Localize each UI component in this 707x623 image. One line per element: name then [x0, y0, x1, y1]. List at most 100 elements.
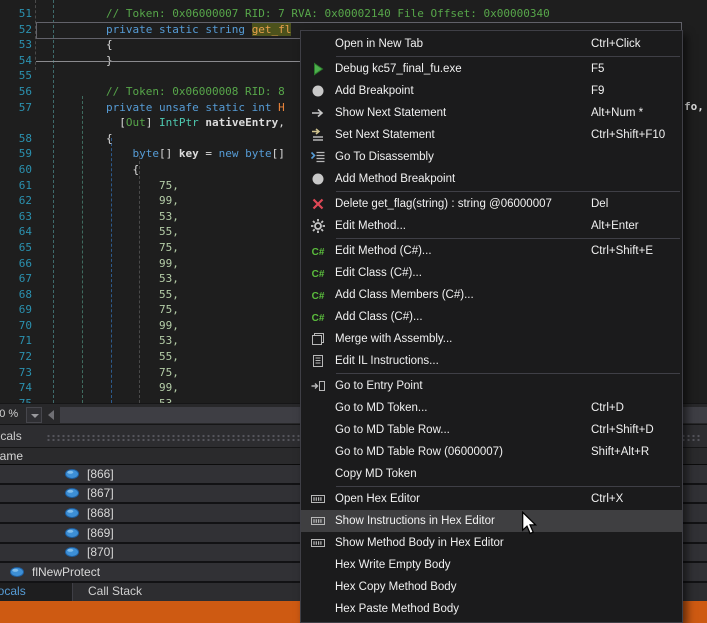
menu-item-hex-paste-method-body[interactable]: Hex Paste Method Body [301, 598, 682, 620]
menu-item-label: Edit Class (C#)... [335, 267, 422, 279]
code-segment: 55, [53, 350, 179, 363]
line-number[interactable]: 62 [0, 193, 32, 209]
code-text: [Out] IntPtr nativeEntry, [32, 115, 285, 131]
menu-item-shortcut: F5 [591, 63, 604, 75]
line-number[interactable]: 61 [0, 178, 32, 194]
menu-item-label: Add Method Breakpoint [335, 173, 455, 185]
menu-item-label: Show Instructions in Hex Editor [335, 515, 495, 527]
line-number[interactable]: 75 [0, 396, 32, 403]
menu-item-open-hex-editor[interactable]: Open Hex EditorCtrl+X [301, 488, 682, 510]
code-segment: 53, [53, 272, 179, 285]
line-number[interactable]: 52 [0, 22, 32, 38]
menu-item-add-breakpoint[interactable]: Add BreakpointF9 [301, 80, 682, 102]
line-number[interactable]: 73 [0, 365, 32, 381]
menu-item-label: Merge with Assembly... [335, 333, 452, 345]
line-number[interactable]: 63 [0, 209, 32, 225]
code-segment: , [278, 116, 285, 129]
svg-text:C#: C# [312, 269, 325, 280]
breakpoint-icon [301, 83, 335, 99]
code-segment: 75, [53, 366, 179, 379]
menu-item-set-next-statement[interactable]: Set Next StatementCtrl+Shift+F10 [301, 124, 682, 146]
code-segment: 99, [53, 319, 179, 332]
line-number[interactable]: 71 [0, 333, 32, 349]
line-number[interactable]: 74 [0, 380, 32, 396]
code-text [32, 68, 53, 84]
line-number[interactable]: 69 [0, 302, 32, 318]
scroll-left-arrow-icon[interactable] [48, 410, 54, 420]
line-number[interactable]: 70 [0, 318, 32, 334]
menu-item-copy-md-token[interactable]: Copy MD Token [301, 463, 682, 485]
code-segment: 99, [53, 194, 179, 207]
line-number[interactable]: 64 [0, 224, 32, 240]
code-segment: H [278, 101, 285, 114]
tab-locals[interactable]: Locals [0, 583, 73, 601]
menu-item-label: Go to MD Table Row (06000007) [335, 446, 503, 458]
code-text: 99, [32, 193, 179, 209]
code-text: // Token: 0x06000007 RID: 7 RVA: 0x00002… [32, 6, 550, 22]
code-segment: 99, [53, 257, 179, 270]
code-text: 55, [32, 224, 179, 240]
menu-item-label: Edit Method (C#)... [335, 245, 432, 257]
menu-item-go-to-disassembly[interactable]: Go To Disassembly [301, 146, 682, 168]
menu-item-go-to-md-token[interactable]: Go to MD Token...Ctrl+D [301, 397, 682, 419]
menu-item-edit-il-instructions[interactable]: Edit IL Instructions... [301, 350, 682, 372]
menu-item-label: Show Next Statement [335, 107, 446, 119]
editor-zoom-level[interactable]: 100 % [0, 404, 22, 426]
menu-item-delete-get-flag-string-string-06000007[interactable]: Delete get_flag(string) : string @060000… [301, 193, 682, 215]
menu-item-add-class-c[interactable]: C#Add Class (C#)... [301, 306, 682, 328]
line-number[interactable]: 53 [0, 37, 32, 53]
menu-item-merge-with-assembly[interactable]: Merge with Assembly... [301, 328, 682, 350]
menu-item-edit-method-c[interactable]: C#Edit Method (C#)...Ctrl+Shift+E [301, 240, 682, 262]
line-number[interactable]: 67 [0, 271, 32, 287]
menu-item-add-class-members-c[interactable]: C#Add Class Members (C#)... [301, 284, 682, 306]
line-number[interactable]: 58 [0, 131, 32, 147]
menu-item-go-to-entry-point[interactable]: Go to Entry Point [301, 375, 682, 397]
menu-item-debug-kc57-final-fu-exe[interactable]: Debug kc57_final_fu.exe F5 [301, 58, 682, 80]
line-number[interactable]: 56 [0, 84, 32, 100]
local-variable-icon [64, 527, 80, 539]
menu-item-hex-copy-method-body[interactable]: Hex Copy Method Body [301, 576, 682, 598]
line-number[interactable]: 68 [0, 287, 32, 303]
menu-item-shortcut: F9 [591, 85, 604, 97]
menu-item-label: Debug kc57_final_fu.exe [335, 63, 462, 75]
line-number[interactable]: 60 [0, 162, 32, 178]
line-number[interactable]: 72 [0, 349, 32, 365]
menu-item-go-to-md-table-row-06000007[interactable]: Go to MD Table Row (06000007)Shift+Alt+R [301, 441, 682, 463]
menu-item-edit-class-c[interactable]: C# Edit Class (C#)... [301, 262, 682, 284]
code-segment: 75, [53, 179, 179, 192]
menu-item-label: Add Class (C#)... [335, 311, 423, 323]
menu-item-add-method-breakpoint[interactable]: Add Method Breakpoint [301, 168, 682, 190]
menu-item-label: Edit Method... [335, 220, 406, 232]
code-segment: 55, [53, 225, 179, 238]
code-line[interactable]: 51 // Token: 0x06000007 RID: 7 RVA: 0x00… [0, 6, 707, 22]
menu-item-show-instructions-in-hex-editor[interactable]: Show Instructions in Hex Editor [301, 510, 682, 532]
hex-editor-icon [301, 535, 335, 551]
code-text: 53, [32, 209, 179, 225]
menu-item-label: Open in New Tab [335, 38, 423, 50]
line-number[interactable]: 65 [0, 240, 32, 256]
csharp-icon: C# [301, 265, 335, 281]
line-number[interactable]: 55 [0, 68, 32, 84]
menu-item-go-to-md-table-row[interactable]: Go to MD Table Row...Ctrl+Shift+D [301, 419, 682, 441]
tab-call-stack[interactable]: Call Stack [73, 583, 157, 601]
line-number[interactable]: 59 [0, 146, 32, 162]
local-row-label: [866] [87, 467, 114, 481]
menu-item-show-method-body-in-hex-editor[interactable]: Show Method Body in Hex Editor [301, 532, 682, 554]
zoom-dropdown-button[interactable] [26, 407, 42, 423]
code-text: 75, [32, 302, 179, 318]
menu-separator [336, 486, 680, 487]
menu-item-show-next-statement[interactable]: Show Next StatementAlt+Num * [301, 102, 682, 124]
line-number[interactable] [0, 115, 32, 131]
local-row-label: flNewProtect [32, 565, 100, 579]
menu-item-edit-method[interactable]: Edit Method...Alt+Enter [301, 215, 682, 237]
gear-icon [301, 218, 335, 234]
code-segment: 99, [53, 381, 179, 394]
code-segment: { [53, 38, 113, 51]
menu-item-hex-write-empty-body[interactable]: Hex Write Empty Body [301, 554, 682, 576]
menu-item-open-in-new-tab[interactable]: Open in New TabCtrl+Click [301, 33, 682, 55]
line-number[interactable]: 54 [0, 53, 32, 69]
line-number[interactable]: 51 [0, 6, 32, 22]
line-number[interactable]: 66 [0, 256, 32, 272]
line-number[interactable]: 57 [0, 100, 32, 116]
code-text: 55, [32, 349, 179, 365]
